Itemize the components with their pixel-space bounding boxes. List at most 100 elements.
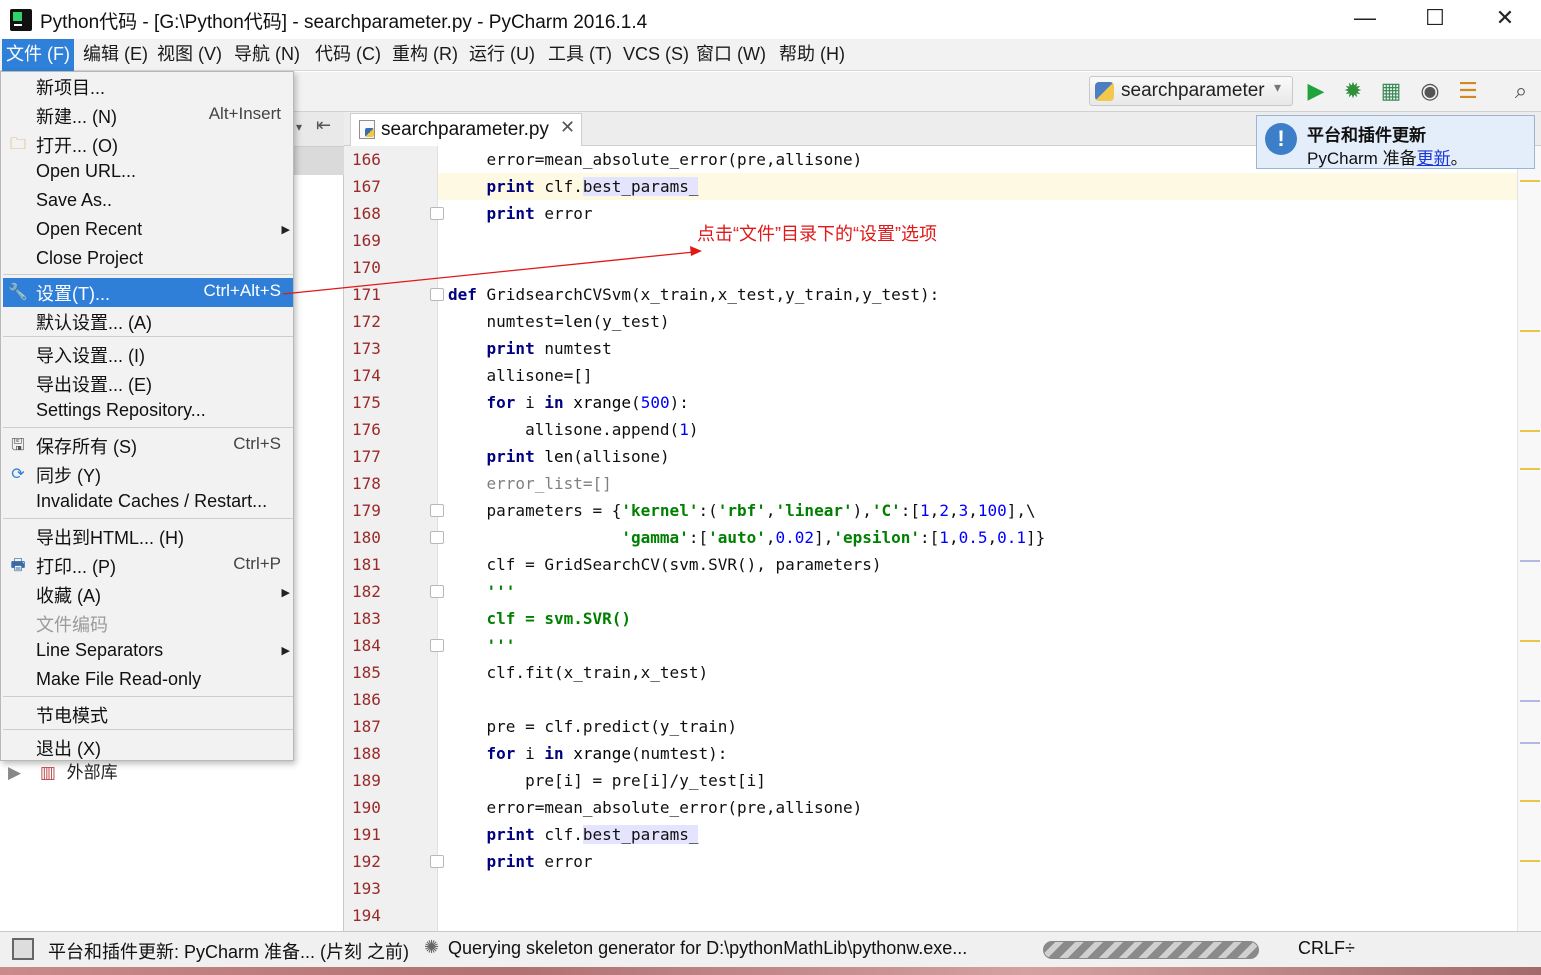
fold-marker-icon[interactable] xyxy=(430,504,444,517)
code-line[interactable]: 'gamma':['auto',0.02],'epsilon':[1,0.5,0… xyxy=(448,528,1045,547)
code-line[interactable]: allisone=[] xyxy=(448,366,593,385)
fold-marker-icon[interactable] xyxy=(430,207,444,220)
code-line[interactable]: error=mean_absolute_error(pre,allisone) xyxy=(448,150,863,169)
file-menu-item[interactable]: 节电模式 xyxy=(3,700,293,729)
warning-mark[interactable] xyxy=(1520,430,1540,432)
menu-navigate[interactable]: 导航 (N) xyxy=(230,39,304,71)
debug-icon[interactable]: ✹ xyxy=(1339,77,1367,105)
file-menu-item[interactable]: Invalidate Caches / Restart... xyxy=(3,489,293,518)
warning-mark[interactable] xyxy=(1520,180,1540,182)
editor-scrollbar[interactable] xyxy=(1517,146,1541,931)
code-line[interactable]: pre = clf.predict(y_train) xyxy=(448,717,737,736)
code-line[interactable]: ''' xyxy=(448,636,516,655)
menu-code[interactable]: 代码 (C) xyxy=(311,39,385,71)
file-menu-item[interactable]: Line Separators ▶ xyxy=(3,638,293,667)
close-window-button[interactable]: ✕ xyxy=(1470,0,1540,36)
desktop-background-strip xyxy=(0,967,1541,975)
file-menu-item[interactable]: 新建... (N) Alt+Insert xyxy=(3,101,293,130)
warning-mark[interactable] xyxy=(1520,640,1540,642)
code-line[interactable]: clf.fit(x_train,x_test) xyxy=(448,663,709,682)
usage-mark[interactable] xyxy=(1520,742,1540,744)
code-line[interactable]: for i in xrange(500): xyxy=(448,393,689,412)
usage-mark[interactable] xyxy=(1520,700,1540,702)
code-line[interactable]: ''' xyxy=(448,582,516,601)
run-icon[interactable]: ▶ xyxy=(1302,77,1330,105)
menu-help[interactable]: 帮助 (H) xyxy=(775,39,849,71)
maximize-button[interactable]: ☐ xyxy=(1400,0,1470,36)
usage-mark[interactable] xyxy=(1520,560,1540,562)
file-menu-item[interactable]: 🖫 保存所有 (S) Ctrl+S xyxy=(3,431,293,460)
expand-arrow-icon[interactable]: ▶ xyxy=(8,763,21,782)
file-menu-item[interactable]: 收藏 (A) ▶ xyxy=(3,580,293,609)
sync-icon: ⟳ xyxy=(11,466,25,483)
menu-run[interactable]: 运行 (U) xyxy=(465,39,539,71)
file-menu-item[interactable]: 🗀 打开... (O) xyxy=(3,130,293,159)
run-config-selector[interactable]: searchparameter ▾ xyxy=(1089,76,1293,106)
code-line[interactable]: allisone.append(1) xyxy=(448,420,698,439)
profile-icon[interactable]: ◉ xyxy=(1416,77,1444,105)
code-line[interactable]: clf = GridSearchCV(svm.SVR(), parameters… xyxy=(448,555,882,574)
file-menu-item[interactable]: Open Recent ▶ xyxy=(3,217,293,246)
code-line[interactable]: print error xyxy=(448,204,593,223)
menu-edit[interactable]: 编辑 (E) xyxy=(79,39,152,71)
code-line[interactable]: print numtest xyxy=(448,339,612,358)
toggle-tool-windows-icon[interactable] xyxy=(12,938,34,960)
line-separator-indicator[interactable]: CRLF÷ xyxy=(1298,938,1355,959)
code-line[interactable]: print clf.best_params_ xyxy=(448,177,699,196)
search-icon[interactable]: ⌕ xyxy=(1507,77,1535,105)
code-line[interactable]: for i in xrange(numtest): xyxy=(448,744,728,763)
file-menu-item[interactable]: 默认设置... (A) xyxy=(3,307,293,336)
menu-window[interactable]: 窗口 (W) xyxy=(692,39,770,71)
file-menu-item[interactable]: 🔧 设置(T)... Ctrl+Alt+S xyxy=(3,278,293,307)
fold-marker-icon[interactable] xyxy=(430,585,444,598)
menu-refactor[interactable]: 重构 (R) xyxy=(388,39,462,71)
background-task[interactable]: Querying skeleton generator for D:\pytho… xyxy=(448,938,967,959)
file-menu-item[interactable]: ⟳ 同步 (Y) xyxy=(3,460,293,489)
code-line[interactable]: print clf.best_params_ xyxy=(448,825,699,844)
file-menu-item[interactable]: Settings Repository... xyxy=(3,398,293,427)
file-menu-item[interactable]: 导出到HTML... (H) xyxy=(3,522,293,551)
file-menu-item[interactable]: Save As.. xyxy=(3,188,293,217)
code-line[interactable]: numtest=len(y_test) xyxy=(448,312,670,331)
fold-marker-icon[interactable] xyxy=(430,639,444,652)
update-notification[interactable]: ! 平台和插件更新 PyCharm 准备更新。 xyxy=(1256,115,1535,169)
file-menu-item[interactable]: 新项目... xyxy=(3,72,293,101)
code-line[interactable]: print error xyxy=(448,852,593,871)
file-menu-item[interactable]: Make File Read-only xyxy=(3,667,293,696)
warning-mark[interactable] xyxy=(1520,860,1540,862)
warning-mark[interactable] xyxy=(1520,800,1540,802)
file-menu-item[interactable]: Open URL... xyxy=(3,159,293,188)
menu-view[interactable]: 视图 (V) xyxy=(153,39,226,71)
file-menu-item[interactable]: 导出设置... (E) xyxy=(3,369,293,398)
code-line[interactable]: error_list=[] xyxy=(448,474,612,493)
coverage-icon[interactable]: ▦ xyxy=(1377,77,1405,105)
editor-tab[interactable]: searchparameter.py ✕ xyxy=(350,113,582,146)
code-line[interactable]: print len(allisone) xyxy=(448,447,670,466)
code-line[interactable]: error=mean_absolute_error(pre,allisone) xyxy=(448,798,863,817)
warning-mark[interactable] xyxy=(1520,330,1540,332)
close-tab-icon[interactable]: ✕ xyxy=(560,117,575,138)
warning-mark[interactable] xyxy=(1520,468,1540,470)
fold-marker-icon[interactable] xyxy=(430,531,444,544)
update-link[interactable]: 更新 xyxy=(1417,149,1451,168)
line-number: 176 xyxy=(352,420,381,439)
settings-dropdown-icon[interactable]: ▾ xyxy=(296,120,302,134)
minimize-button[interactable]: — xyxy=(1330,0,1400,36)
fold-marker-icon[interactable] xyxy=(430,288,444,301)
code-line[interactable]: parameters = {'kernel':('rbf','linear'),… xyxy=(448,501,1036,520)
menu-vcs[interactable]: VCS (S) xyxy=(619,39,693,71)
file-menu-item[interactable]: 退出 (X) xyxy=(3,733,293,762)
code-line[interactable]: pre[i] = pre[i]/y_test[i] xyxy=(448,771,766,790)
code-line[interactable]: clf = svm.SVR() xyxy=(448,609,632,628)
file-menu-item[interactable]: Close Project xyxy=(3,246,293,275)
code-line[interactable]: def GridsearchCVSvm(x_train,x_test,y_tra… xyxy=(448,285,939,304)
fold-marker-icon[interactable] xyxy=(430,855,444,868)
menu-file[interactable]: 文件 (F) xyxy=(2,39,74,71)
file-menu-item[interactable]: 导入设置... (I) xyxy=(3,340,293,369)
menu-separator xyxy=(3,274,293,275)
status-message[interactable]: 平台和插件更新: PyCharm 准备... (片刻 之前) xyxy=(48,938,409,964)
file-menu-item[interactable]: 🖶 打印... (P) Ctrl+P xyxy=(3,551,293,580)
collapse-panel-icon[interactable]: ⇤ xyxy=(316,115,331,136)
menu-tools[interactable]: 工具 (T) xyxy=(544,39,616,71)
stop-build-icon[interactable]: ☰ xyxy=(1454,77,1482,105)
